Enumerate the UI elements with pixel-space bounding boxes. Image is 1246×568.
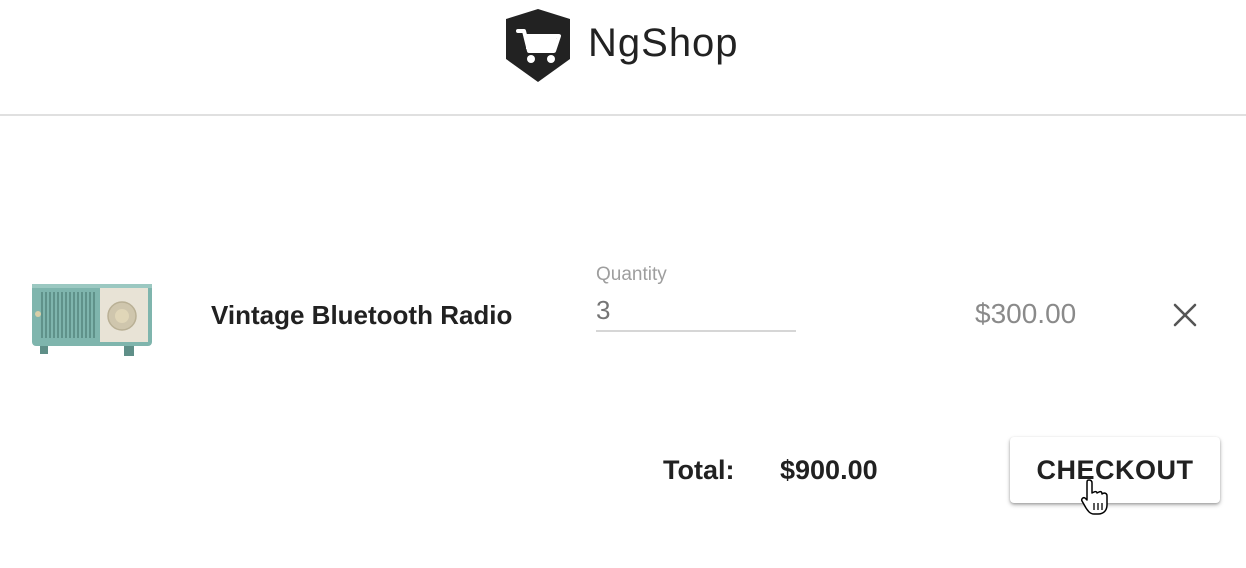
- cart-item-row: Vintage Bluetooth Radio Quantity $300.00: [0, 250, 1246, 380]
- quantity-field: Quantity: [596, 264, 796, 334]
- total-value: $900.00: [780, 455, 878, 485]
- total-label: Total:: [663, 455, 735, 485]
- app-header: NgShop: [0, 0, 1246, 116]
- brand[interactable]: NgShop: [504, 9, 739, 82]
- item-price: $300.00: [975, 298, 1077, 329]
- quantity-label: Quantity: [596, 264, 667, 285]
- checkout-button[interactable]: CHECKOUT: [1010, 437, 1220, 503]
- product-name[interactable]: Vintage Bluetooth Radio: [211, 300, 512, 331]
- vintage-radio-image: [32, 284, 152, 356]
- shopping-cart-shield-icon: [506, 9, 570, 82]
- close-icon[interactable]: [1166, 296, 1204, 334]
- brand-name: NgShop: [588, 20, 739, 65]
- quantity-input[interactable]: [596, 290, 796, 332]
